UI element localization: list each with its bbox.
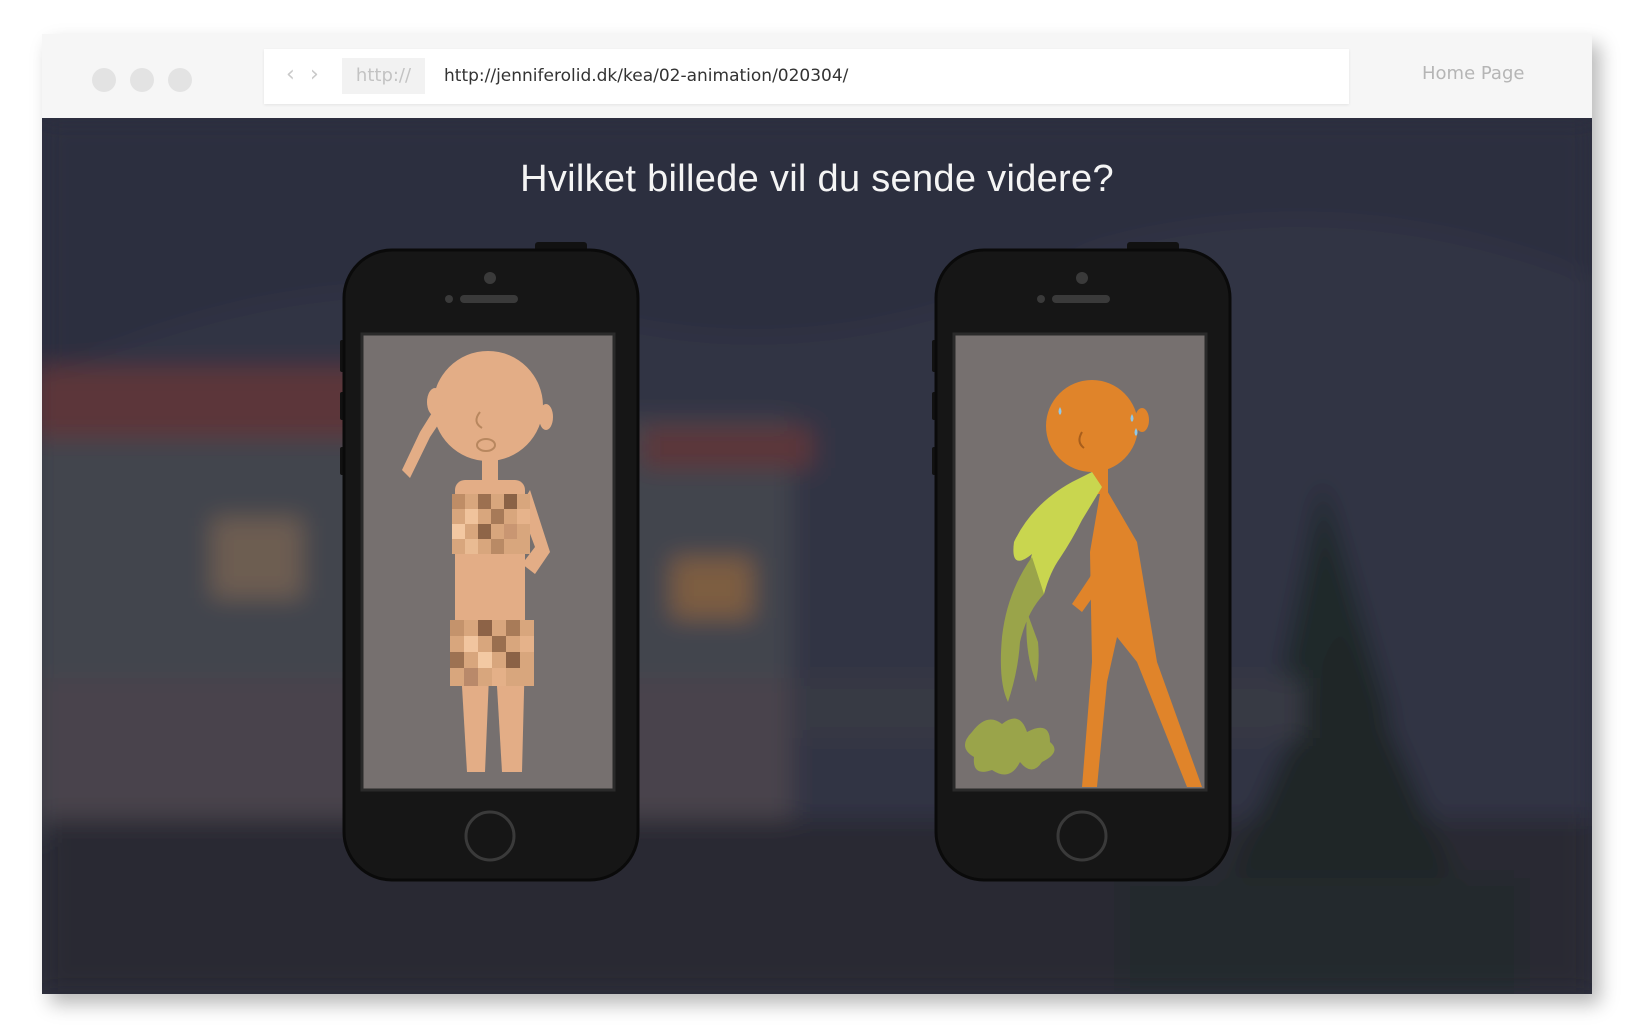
censor-pixels-top [452,494,530,554]
blurred-background-scene [42,118,1592,994]
url-text[interactable]: http://jenniferolid.dk/kea/02-animation/… [444,49,848,104]
page-viewport: Hvilket billede vil du sende videre? [42,118,1592,994]
window-maximize-dot[interactable] [168,68,192,92]
phone-sensor [445,295,453,303]
question-title: Hvilket billede vil du sende videre? [520,158,1114,200]
phone-speaker [460,295,518,303]
phone-camera [1076,272,1088,284]
phone-choice-nude[interactable] [340,242,640,884]
window-close-dot[interactable] [92,68,116,92]
phone-speaker [1052,295,1110,303]
protocol-label: http:// [342,58,425,94]
browser-toolbar: ‹ › http:// http://jenniferolid.dk/kea/0… [42,34,1592,118]
phone-sensor [1037,295,1045,303]
window-minimize-dot[interactable] [130,68,154,92]
address-bar[interactable]: ‹ › http:// http://jenniferolid.dk/kea/0… [264,49,1349,104]
censor-pixels-bottom [450,620,534,686]
home-page-link[interactable]: Home Page [1422,63,1524,84]
chevron-left-icon[interactable]: ‹ [286,62,295,87]
phone-choice-vomit[interactable] [932,242,1232,884]
browser-window: ‹ › http:// http://jenniferolid.dk/kea/0… [42,34,1592,994]
phone-camera [484,272,496,284]
chevron-right-icon[interactable]: › [310,62,319,87]
